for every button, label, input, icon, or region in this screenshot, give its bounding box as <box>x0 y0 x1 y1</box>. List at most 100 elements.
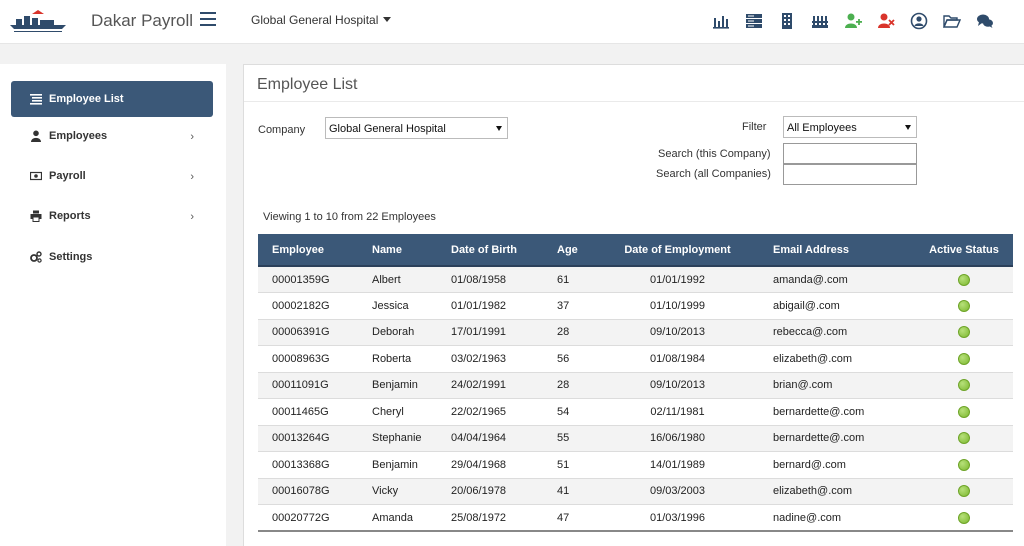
server-icon[interactable] <box>745 12 763 30</box>
sidebar-item-employee-list[interactable]: Employee List <box>11 81 213 117</box>
cell-dob: 20/06/1978 <box>437 477 543 505</box>
cell-email: elizabeth@.com <box>759 477 915 505</box>
company-select-value: Global General Hospital <box>329 123 446 135</box>
sidebar-item-employees[interactable]: Employees › <box>11 118 213 154</box>
column-header-email[interactable]: Email Address <box>759 234 915 267</box>
cell-dob: 01/01/1982 <box>437 292 543 319</box>
cell-employee: 00013264G <box>258 424 358 452</box>
printer-icon <box>30 210 42 222</box>
cell-active-status <box>915 265 1013 293</box>
cell-dob: 24/02/1991 <box>437 371 543 399</box>
cell-active-status <box>915 477 1013 505</box>
cell-email: bernard@.com <box>759 451 915 478</box>
active-status-icon <box>958 299 970 312</box>
cell-active-status <box>915 371 1013 399</box>
sidebar-item-payroll[interactable]: Payroll › <box>11 158 213 194</box>
sidebar-item-label: Settings <box>49 251 93 263</box>
cell-email: nadine@.com <box>759 504 915 532</box>
cell-dob: 04/04/1964 <box>437 424 543 452</box>
page-title: Employee List <box>257 76 358 93</box>
caret-down-icon <box>905 125 911 130</box>
cell-age: 61 <box>543 265 596 293</box>
active-status-icon <box>958 326 970 339</box>
cell-age: 55 <box>543 424 596 452</box>
cell-employee: 00011465G <box>258 398 358 425</box>
active-status-icon <box>958 432 970 445</box>
building-icon[interactable] <box>778 12 796 30</box>
sidebar-item-label: Employees <box>49 130 108 142</box>
company-dropdown[interactable]: Global General Hospital <box>251 13 392 27</box>
employee-table: Employee Name Date of Birth Age Date of … <box>258 234 1013 532</box>
cell-name: Roberta <box>358 345 437 372</box>
bar-chart-icon[interactable] <box>712 12 730 30</box>
cell-doe: 01/10/1999 <box>596 292 759 319</box>
sidebar-item-label: Employee List <box>49 93 124 105</box>
factory-icon[interactable] <box>811 12 829 30</box>
cell-name: Deborah <box>358 318 437 346</box>
sidebar-item-reports[interactable]: Reports › <box>11 198 213 234</box>
column-header-dob[interactable]: Date of Birth <box>437 234 543 267</box>
cell-email: rebecca@.com <box>759 318 915 346</box>
cell-active-status <box>915 292 1013 319</box>
menu-toggle-icon[interactable] <box>200 12 216 26</box>
user-remove-icon[interactable] <box>877 12 895 30</box>
cell-age: 51 <box>543 451 596 478</box>
table-row[interactable]: 00011465G Cheryl 22/02/1965 54 02/11/1981 ber… <box>258 398 1013 425</box>
column-header-active-status[interactable]: Active Status <box>915 234 1013 267</box>
chevron-right-icon: › <box>190 171 194 183</box>
cell-email: amanda@.com <box>759 265 915 293</box>
column-header-name[interactable]: Name <box>358 234 437 267</box>
table-row[interactable]: 00016078G Vicky 20/06/1978 41 09/03/2003 eliz… <box>258 477 1013 505</box>
sidebar-item-label: Payroll <box>49 170 86 182</box>
table-row[interactable]: 00013368G Benjamin 29/04/1968 51 14/01/1989 b… <box>258 451 1013 478</box>
active-status-icon <box>958 458 970 471</box>
table-row[interactable]: 00013264G Stephanie 04/04/1964 55 16/06/1980… <box>258 424 1013 452</box>
active-status-icon <box>958 352 970 365</box>
user-circle-icon[interactable] <box>910 12 928 30</box>
cell-email: bernardette@.com <box>759 424 915 452</box>
sidebar: Employee List Employees › Payroll › Repo… <box>0 64 226 546</box>
active-status-icon <box>958 485 970 498</box>
search-all-input[interactable] <box>783 164 917 185</box>
caret-down-icon <box>383 17 392 22</box>
cell-dob: 17/01/1991 <box>437 318 543 346</box>
search-company-input[interactable] <box>783 143 917 164</box>
table-row[interactable]: 00001359G Albert 01/08/1958 61 01/01/1992 ama… <box>258 265 1013 293</box>
cell-active-status <box>915 345 1013 372</box>
cell-email: bernardette@.com <box>759 398 915 425</box>
cell-doe: 16/06/1980 <box>596 424 759 452</box>
column-header-employee[interactable]: Employee <box>258 234 358 267</box>
cell-age: 28 <box>543 371 596 399</box>
cell-age: 37 <box>543 292 596 319</box>
active-status-icon <box>958 273 970 286</box>
sidebar-item-settings[interactable]: Settings <box>11 239 213 275</box>
cell-name: Benjamin <box>358 451 437 478</box>
table-row[interactable]: 00020772G Amanda 25/08/1972 47 01/03/1996 nad… <box>258 504 1013 532</box>
cell-email: elizabeth@.com <box>759 345 915 372</box>
app-title: Dakar Payroll <box>91 11 194 30</box>
sidebar-item-label: Reports <box>49 210 91 222</box>
filter-select-value: All Employees <box>787 122 857 134</box>
column-header-doe[interactable]: Date of Employment <box>596 234 759 267</box>
filter-select[interactable]: All Employees <box>783 116 917 138</box>
column-header-age[interactable]: Age <box>543 234 596 267</box>
chevron-right-icon: › <box>190 211 194 223</box>
chat-icon[interactable] <box>976 12 994 30</box>
filter-label: Filter <box>742 121 767 133</box>
folder-open-icon[interactable] <box>943 12 961 30</box>
company-select[interactable]: Global General Hospital <box>325 117 508 139</box>
cell-doe: 09/10/2013 <box>596 318 759 346</box>
cell-dob: 29/04/1968 <box>437 451 543 478</box>
cell-employee: 00020772G <box>258 504 358 532</box>
table-row[interactable]: 00011091G Benjamin 24/02/1991 28 09/10/2013 b… <box>258 371 1013 399</box>
user-add-icon[interactable] <box>844 12 862 30</box>
cell-active-status <box>915 318 1013 346</box>
cell-doe: 14/01/1989 <box>596 451 759 478</box>
user-icon <box>31 130 41 142</box>
cell-doe: 09/10/2013 <box>596 371 759 399</box>
table-row[interactable]: 00002182G Jessica 01/01/1982 37 01/10/1999 ab… <box>258 292 1013 319</box>
money-icon <box>30 171 42 181</box>
cell-age: 28 <box>543 318 596 346</box>
table-row[interactable]: 00008963G Roberta 03/02/1963 56 01/08/1984 el… <box>258 345 1013 372</box>
table-row[interactable]: 00006391G Deborah 17/01/1991 28 09/10/2013 re… <box>258 318 1013 346</box>
